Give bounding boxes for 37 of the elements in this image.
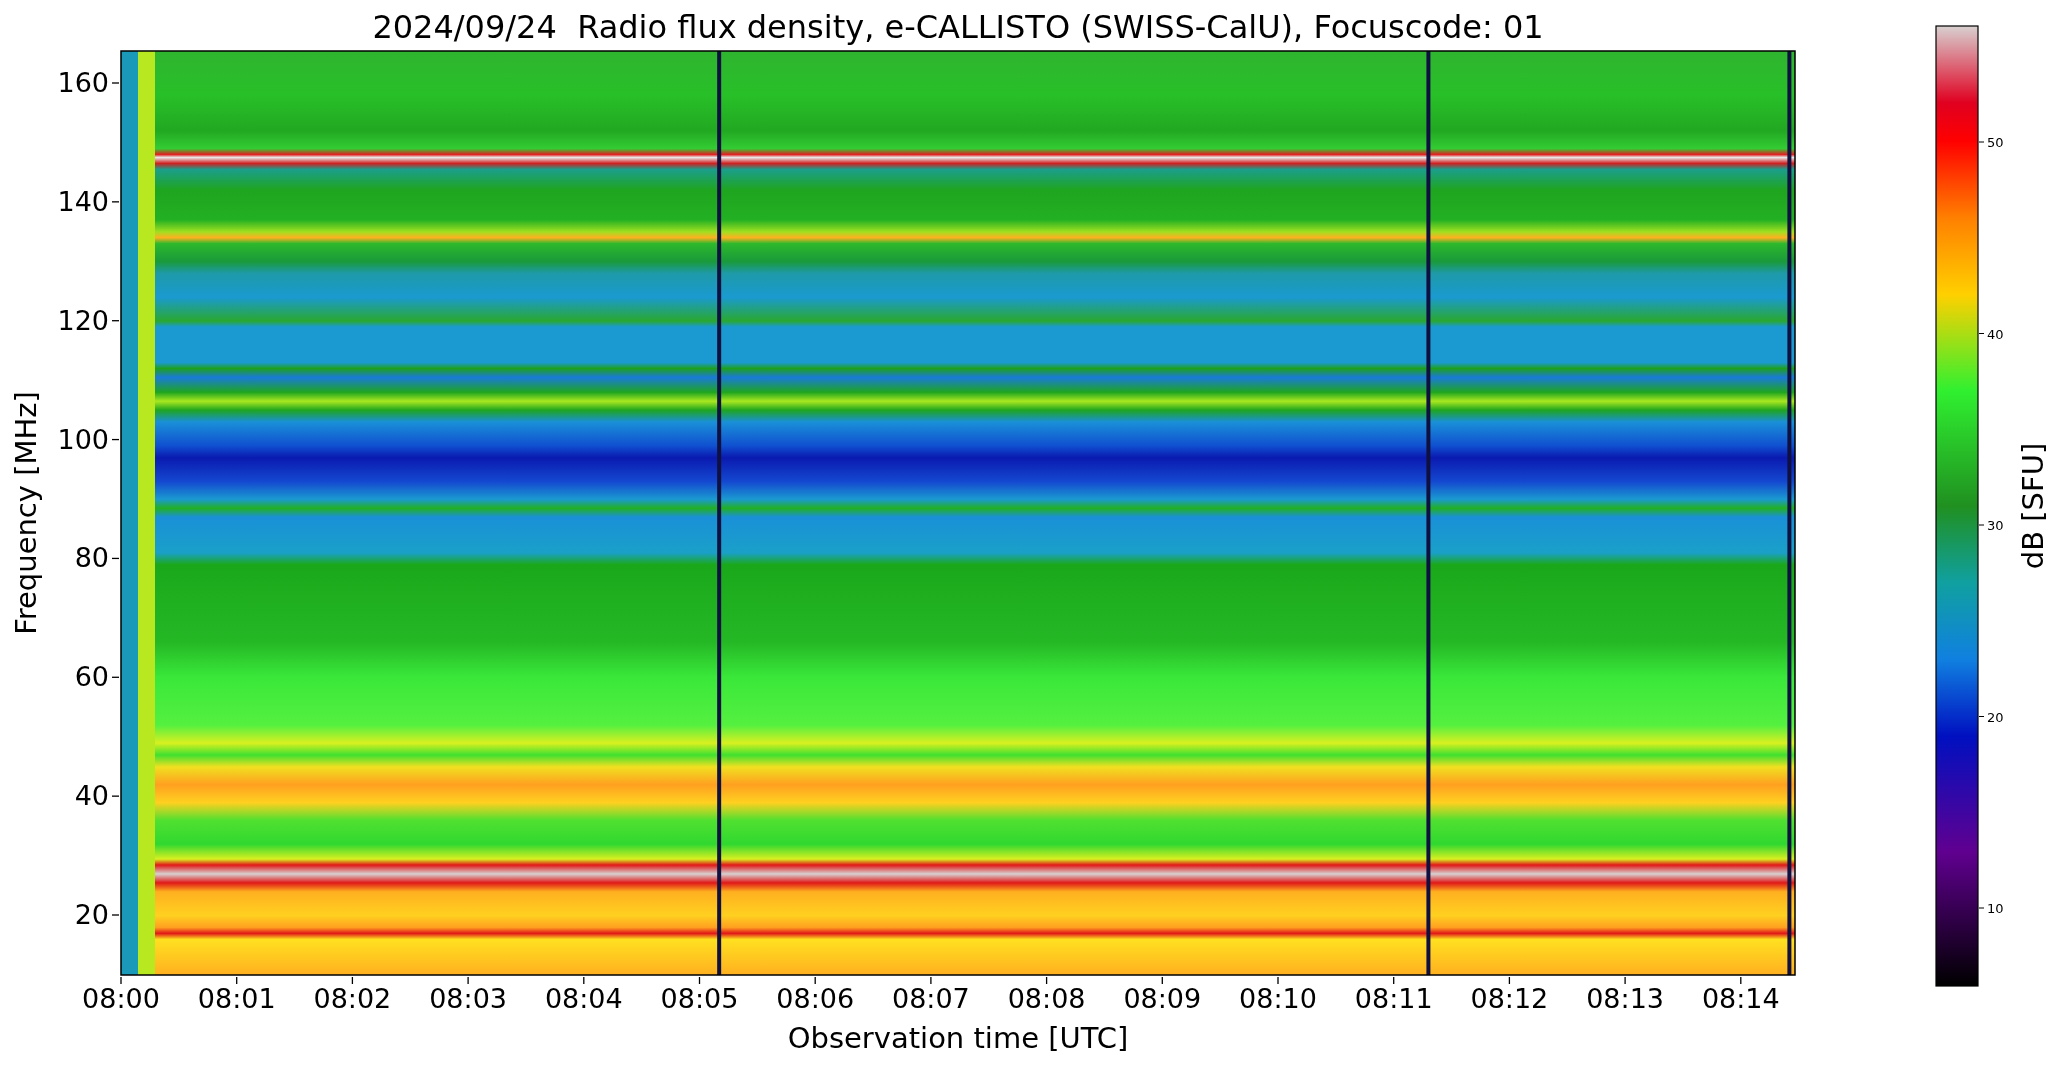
colorbar-tick-label: 30 bbox=[1987, 518, 2004, 533]
colorbar-label: dB [SFU] bbox=[2016, 442, 2050, 570]
y-tick-label: 160 bbox=[57, 67, 109, 98]
tick-mark bbox=[1978, 333, 1985, 334]
x-tick-label: 08:00 bbox=[82, 983, 160, 1014]
x-tick-label: 08:01 bbox=[197, 983, 276, 1014]
colorbar-tick-label: 50 bbox=[1987, 135, 2004, 150]
x-tick-label: 08:10 bbox=[1239, 983, 1317, 1014]
x-tick-label: 08:14 bbox=[1701, 983, 1780, 1014]
y-tick-label: 100 bbox=[57, 423, 109, 455]
tick-mark bbox=[1978, 907, 1985, 909]
colorbar-tick-label: 40 bbox=[1987, 326, 2004, 342]
y-tick-label: 140 bbox=[57, 185, 109, 217]
y-tick-label: 60 bbox=[74, 661, 109, 693]
x-tick-label: 08:11 bbox=[1354, 983, 1433, 1014]
x-tick-label: 08:13 bbox=[1586, 983, 1664, 1014]
tick-mark bbox=[1978, 524, 1985, 526]
tick-mark bbox=[1978, 716, 1985, 717]
x-tick-label: 08:03 bbox=[429, 983, 507, 1014]
x-tick-label: 08:05 bbox=[660, 983, 739, 1014]
x-tick-label: 08:08 bbox=[1007, 983, 1086, 1014]
y-tick-label: 80 bbox=[74, 542, 109, 574]
x-tick-label: 08:04 bbox=[544, 983, 623, 1014]
colorbar-tick-label: 20 bbox=[1987, 709, 2004, 725]
x-tick-label: 08:07 bbox=[892, 983, 970, 1014]
chart-title: 2024/09/24 Radio flux density, e-CALLISTO (SWISS-CalU), Focuscode: 01 bbox=[372, 8, 1544, 46]
x-tick-label: 08:12 bbox=[1470, 983, 1549, 1014]
y-tick-label: 40 bbox=[74, 780, 109, 812]
tick-mark bbox=[1978, 141, 1985, 143]
y-tick-label: 120 bbox=[57, 304, 109, 336]
x-tick-label: 08:02 bbox=[313, 983, 392, 1014]
x-tick-label: 08:09 bbox=[1123, 983, 1202, 1014]
y-tick-label: 20 bbox=[74, 899, 109, 930]
colorbar-tick-label: 10 bbox=[1987, 901, 2004, 916]
x-tick-label: 08:06 bbox=[776, 983, 855, 1014]
y-axis-label: Frequency [MHz] bbox=[9, 391, 43, 635]
x-axis-label: Observation time [UTC] bbox=[787, 1021, 1129, 1055]
